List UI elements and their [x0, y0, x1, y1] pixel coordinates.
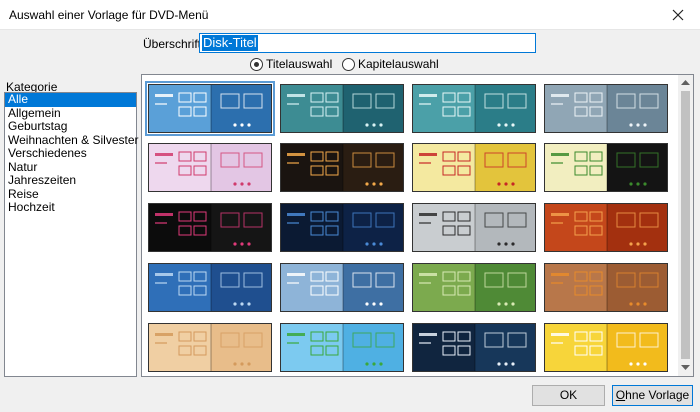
- category-item-weihnachten[interactable]: Weihnachten & Silvester: [5, 133, 139, 148]
- template-thumbnail-slate-frames[interactable]: [544, 84, 668, 133]
- title-bar: Auswahl einer Vorlage für DVD-Menü: [0, 0, 700, 30]
- category-item-natur[interactable]: Natur: [5, 160, 136, 175]
- heading-value: Disk-Titel: [202, 35, 258, 51]
- radio-unchecked-icon: [342, 57, 355, 71]
- heading-input[interactable]: Disk-Titel: [199, 33, 536, 53]
- template-thumbnail-dark-swirl[interactable]: [280, 203, 404, 252]
- template-thumbnail-party-balloons[interactable]: [148, 143, 272, 192]
- template-thumbnail-green-park[interactable]: [412, 263, 536, 312]
- template-thumbnail-autumn-pumpkins[interactable]: [544, 263, 668, 312]
- template-thumbnail-teal-sparkle[interactable]: [412, 84, 536, 133]
- radio-title-selection[interactable]: Titelauswahl: [250, 57, 332, 71]
- template-thumbnail-parchment[interactable]: [148, 323, 272, 372]
- template-thumbnail-blue-frames[interactable]: [145, 81, 275, 136]
- window-title: Auswahl einer Vorlage für DVD-Menü: [9, 8, 209, 22]
- template-thumbnail-christmas-ornament[interactable]: [412, 143, 536, 192]
- template-thumbnail-frosty-trees[interactable]: [280, 263, 404, 312]
- template-thumbnail-christmas-tree-dark[interactable]: [544, 143, 668, 192]
- category-item-geburtstag[interactable]: Geburtstag: [5, 119, 136, 134]
- radio-checked-icon: [250, 57, 263, 71]
- category-item-reise[interactable]: Reise: [5, 187, 136, 202]
- heading-label: Überschrift:: [143, 37, 205, 51]
- category-item-alle[interactable]: Alle: [5, 92, 136, 107]
- template-thumbnail-dark-wave[interactable]: [412, 323, 536, 372]
- template-thumbnail-cartoon-trees[interactable]: [280, 323, 404, 372]
- template-grid: [141, 74, 694, 377]
- template-thumbnail-fireworks[interactable]: [148, 203, 272, 252]
- category-item-allgemein[interactable]: Allgemein: [5, 106, 136, 121]
- template-thumbnail-sunset-clouds[interactable]: [544, 203, 668, 252]
- template-thumbnail-teal-frames[interactable]: [280, 84, 404, 133]
- no-template-button[interactable]: Ohne Vorlage: [612, 385, 693, 406]
- category-item-verschiedenes[interactable]: Verschiedenes: [5, 146, 136, 161]
- category-item-jahreszeiten[interactable]: Jahreszeiten: [5, 173, 136, 188]
- scroll-thumb[interactable]: [681, 91, 690, 359]
- template-thumbnail-yellow-rays[interactable]: [544, 323, 668, 372]
- radio-title-label: Titelauswahl: [266, 57, 333, 71]
- template-thumbnail-penguin-grey[interactable]: [412, 203, 536, 252]
- scroll-down-arrow-icon[interactable]: [681, 365, 690, 371]
- ok-button[interactable]: OK: [532, 385, 605, 406]
- close-icon[interactable]: [656, 0, 700, 30]
- radio-chapter-selection[interactable]: Kapitelauswahl: [342, 57, 439, 71]
- radio-chapter-label: Kapitelauswahl: [358, 57, 439, 71]
- category-list[interactable]: Alle Allgemein Geburtstag Weihnachten & …: [4, 92, 139, 377]
- template-thumbnail-blue-winter[interactable]: [148, 263, 272, 312]
- vertical-scrollbar[interactable]: [678, 75, 693, 376]
- template-thumbnail-birthday-cake[interactable]: [280, 143, 404, 192]
- category-item-hochzeit[interactable]: Hochzeit: [5, 200, 136, 215]
- scroll-up-arrow-icon[interactable]: [681, 79, 690, 85]
